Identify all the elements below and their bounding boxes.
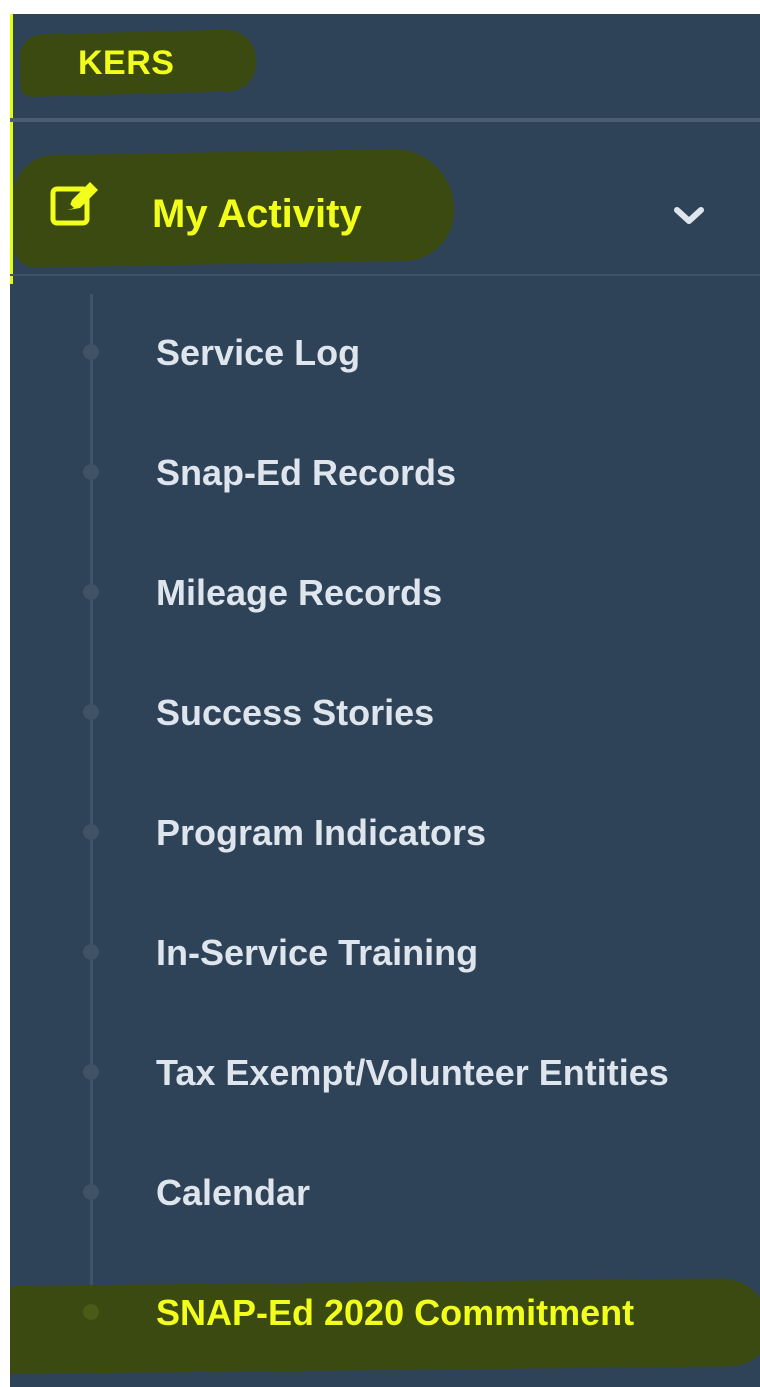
header-divider [10, 118, 760, 122]
bullet-dot [83, 1304, 99, 1320]
nav-item-mileage-records[interactable]: Mileage Records [10, 536, 760, 646]
bullet-dot [83, 944, 99, 960]
bullet-dot [83, 464, 99, 480]
sidebar-header: KERS [10, 14, 760, 118]
nav-item-snap-ed-records[interactable]: Snap-Ed Records [10, 416, 760, 526]
nav-item-label: Snap-Ed Records [156, 452, 457, 493]
chevron-down-icon[interactable] [672, 204, 706, 228]
nav-item-label: Mileage Records [156, 572, 443, 613]
nav-item-label: Calendar [156, 1172, 311, 1213]
nav-item-calendar[interactable]: Calendar [10, 1136, 760, 1246]
submenu: Service Log Snap-Ed Records Mileage Reco… [10, 276, 760, 1387]
nav-item-success-stories[interactable]: Success Stories [10, 656, 760, 766]
nav-item-tax-exempt-volunteer-entities[interactable]: Tax Exempt/Volunteer Entities [10, 1016, 760, 1126]
nav-section-label: My Activity [152, 192, 362, 236]
nav-item-service-log[interactable]: Service Log [10, 296, 760, 406]
nav-item-label: Program Indicators [156, 812, 487, 853]
bullet-dot [83, 704, 99, 720]
edit-icon [50, 182, 98, 226]
nav-item-program-indicators[interactable]: Program Indicators [10, 776, 760, 886]
bullet-dot [83, 1184, 99, 1200]
brand-logo-text[interactable]: KERS [78, 44, 174, 83]
nav-item-in-service-training[interactable]: In-Service Training [10, 896, 760, 1006]
bullet-dot [83, 1064, 99, 1080]
nav-item-snap-ed-2020-commitment[interactable]: SNAP-Ed 2020 Commitment [10, 1256, 760, 1366]
bullet-dot [83, 584, 99, 600]
nav-item-label: SNAP-Ed 2020 Commitment [156, 1292, 635, 1333]
nav-item-label: Service Log [156, 332, 361, 373]
nav-item-label: In-Service Training [156, 932, 479, 973]
nav-item-label: Success Stories [156, 692, 435, 733]
bullet-dot [83, 824, 99, 840]
sidebar: KERS My Activity Service Log Snap-Ed Rec… [10, 14, 760, 1387]
bullet-dot [83, 344, 99, 360]
nav-item-label: Tax Exempt/Volunteer Entities [156, 1052, 669, 1093]
nav-section-my-activity[interactable]: My Activity [10, 132, 760, 274]
